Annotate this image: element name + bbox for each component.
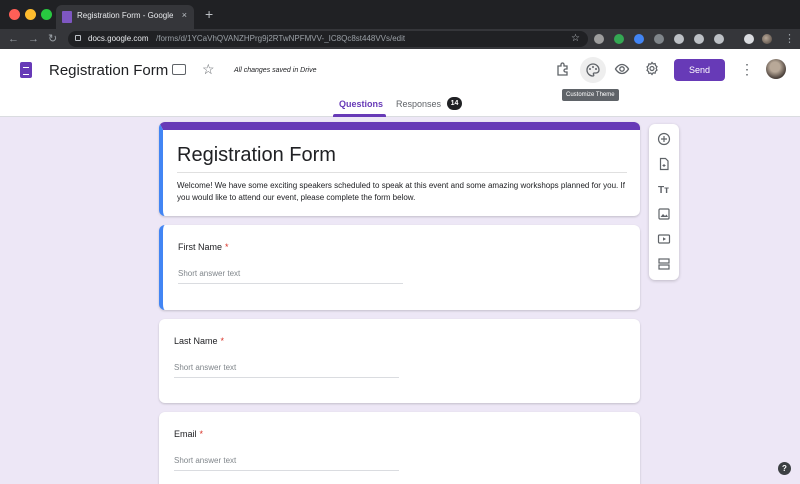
answer-underline (174, 377, 399, 378)
extension-icon[interactable] (594, 34, 604, 44)
avatar[interactable] (766, 59, 786, 79)
add-title-icon[interactable]: Tт (657, 182, 671, 196)
bookmark-star-icon[interactable]: ☆ (571, 32, 580, 46)
new-tab-button[interactable]: + (205, 5, 213, 23)
more-options-icon[interactable]: ⋮ (740, 60, 754, 78)
add-ons-icon[interactable] (555, 61, 571, 77)
tab-title: Registration Form - Google Forms (77, 11, 173, 20)
reload-icon[interactable]: ↻ (48, 31, 57, 47)
star-icon[interactable]: ☆ (202, 60, 215, 78)
responses-count-badge: 14 (447, 97, 462, 110)
back-icon[interactable]: ← (8, 31, 19, 47)
forward-icon[interactable]: → (28, 31, 39, 47)
app-header: Registration Form ☆ All changes saved in… (0, 49, 800, 117)
tab-close-icon[interactable]: × (182, 10, 187, 20)
import-questions-icon[interactable] (657, 157, 671, 171)
preview-eye-icon[interactable] (614, 61, 630, 77)
palette-icon (586, 63, 600, 77)
add-question-icon[interactable] (657, 132, 671, 146)
extension-icon[interactable] (714, 34, 724, 44)
save-status: All changes saved in Drive (234, 67, 317, 74)
lock-icon (75, 35, 81, 41)
extension-icon[interactable] (634, 34, 644, 44)
customize-theme-tooltip: Customize Theme (562, 89, 619, 101)
tab-responses[interactable]: Responses (396, 99, 441, 109)
forms-favicon-icon (62, 11, 72, 23)
required-asterisk: * (225, 242, 229, 252)
browser-toolbar: ← → ↻ docs.google.com /forms/d/1YCaVhQVA… (0, 29, 800, 49)
extension-icon[interactable] (694, 34, 704, 44)
close-window-button[interactable] (9, 9, 20, 20)
url-host: docs.google.com (88, 34, 149, 43)
help-button[interactable]: ? (778, 462, 791, 475)
browser-titlebar: Registration Form - Google Forms × + (0, 0, 800, 29)
chrome-menu-icon[interactable]: ⋮ (784, 31, 795, 47)
tab-questions[interactable]: Questions (339, 99, 383, 109)
short-answer-placeholder: Short answer text (174, 456, 237, 465)
extension-icon[interactable] (744, 34, 754, 44)
browser-tab[interactable]: Registration Form - Google Forms × (56, 5, 194, 29)
required-asterisk: * (199, 429, 204, 439)
question-card-last-name[interactable]: Last Name * Short answer text (159, 319, 640, 403)
form-title-card[interactable]: Registration Form Welcome! We have some … (159, 122, 640, 216)
extension-icon[interactable] (614, 34, 624, 44)
minimize-window-button[interactable] (25, 9, 36, 20)
active-tab-indicator (333, 114, 386, 117)
question-label: First Name * (178, 242, 229, 252)
short-answer-placeholder: Short answer text (178, 269, 241, 278)
document-title[interactable]: Registration Form (49, 62, 168, 79)
question-label: Email * (174, 429, 204, 439)
add-video-icon[interactable] (657, 232, 671, 246)
answer-underline (178, 283, 403, 284)
settings-gear-icon[interactable] (644, 61, 660, 77)
extension-icon[interactable] (674, 34, 684, 44)
answer-underline (174, 470, 399, 471)
question-toolbar: Tт (649, 124, 679, 280)
extension-icon[interactable] (654, 34, 664, 44)
add-section-icon[interactable] (657, 257, 671, 271)
svg-text:Tт: Tт (658, 185, 669, 196)
google-forms-logo-icon[interactable] (20, 62, 32, 78)
short-answer-placeholder: Short answer text (174, 363, 237, 372)
url-path: /forms/d/1YCaVhQVANZHPrg9j2RTwNPFMVV-_IC… (156, 34, 406, 43)
profile-avatar[interactable] (762, 34, 772, 44)
add-image-icon[interactable] (657, 207, 671, 221)
question-card-first-name[interactable]: First Name * Short answer text (159, 225, 640, 310)
address-bar[interactable]: docs.google.com /forms/d/1YCaVhQVANZHPrg… (68, 31, 588, 47)
zoom-window-button[interactable] (41, 9, 52, 20)
send-button[interactable]: Send (674, 59, 725, 81)
question-label: Last Name * (174, 336, 225, 346)
title-divider (177, 172, 627, 173)
form-description[interactable]: Welcome! We have some exciting speakers … (177, 180, 627, 204)
question-card-email[interactable]: Email * Short answer text (159, 412, 640, 484)
form-title[interactable]: Registration Form (177, 144, 336, 167)
folder-icon[interactable] (172, 64, 186, 75)
required-asterisk: * (220, 336, 225, 346)
